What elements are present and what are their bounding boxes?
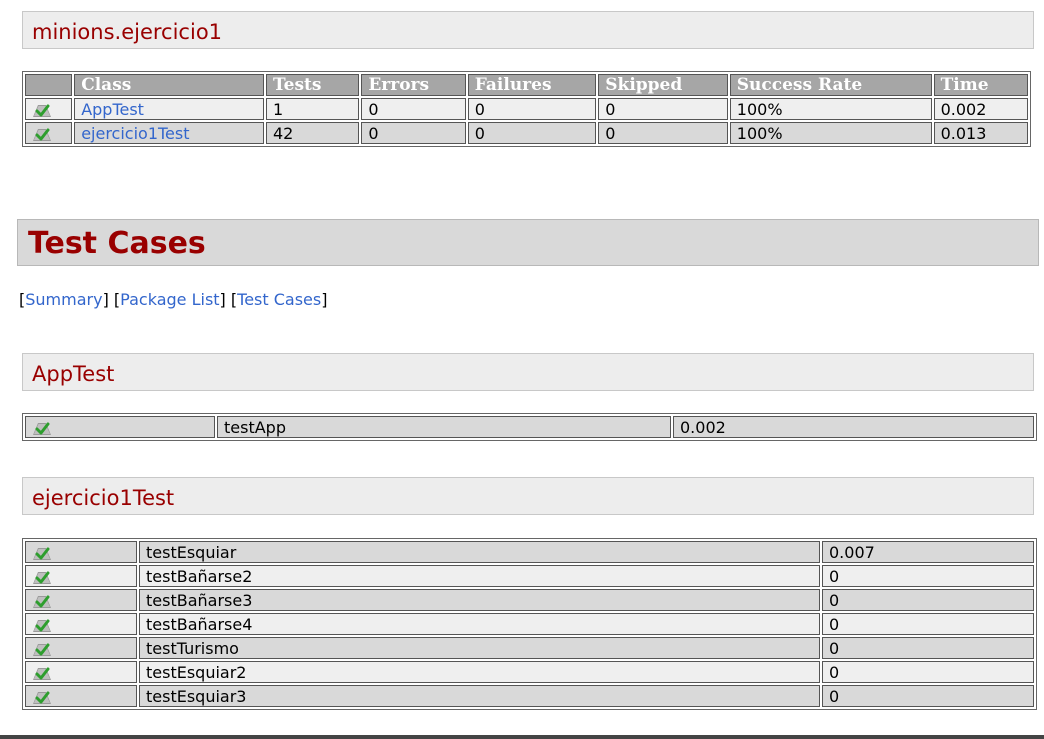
test-time-cell: 0 [822,613,1034,635]
ejercicio1test-header: ejercicio1Test [22,477,1034,515]
test-name-cell: testEsquiar3 [139,685,820,707]
errors-cell: 0 [361,122,466,144]
status-cell [25,98,73,120]
table-row: testBañarse3 0 [25,589,1034,611]
skipped-cell: 0 [598,98,728,120]
bottom-divider [0,735,1044,739]
test-time-cell: 0.007 [822,541,1034,563]
table-row: testEsquiar2 0 [25,661,1034,683]
package-header: minions.ejercicio1 [22,11,1034,49]
test-time-cell: 0 [822,589,1034,611]
failures-cell: 0 [467,98,597,120]
ejercicio1test-table: testEsquiar 0.007 testBañarse2 0 testBañ… [22,538,1037,710]
test-time-cell: 0 [822,685,1034,707]
status-cell [25,589,137,611]
test-name-cell: testApp [217,416,671,438]
pass-icon [32,420,52,436]
errors-cell: 0 [361,98,466,120]
test-time-cell: 0 [822,661,1034,683]
column-header-errors: Errors [361,74,466,96]
table-row: ejercicio1Test 42 0 0 0 100% 0.013 [25,122,1028,144]
status-cell [25,613,137,635]
table-row: testApp 0.002 [25,416,1034,438]
bracket: ] [321,290,328,309]
pass-icon [32,569,52,585]
test-name-cell: testEsquiar [139,541,820,563]
ejercicio1test-title: ejercicio1Test [32,486,175,510]
test-time-cell: 0.002 [673,416,1034,438]
apptest-table: testApp 0.002 [22,413,1037,441]
summary-table: Class Tests Errors Failures Skipped Succ… [22,71,1031,147]
column-header-class: Class [74,74,264,96]
table-row: AppTest 1 0 0 0 100% 0.002 [25,98,1028,120]
test-name-cell: testBañarse3 [139,589,820,611]
column-header-success-rate: Success Rate [729,74,932,96]
column-header-failures: Failures [467,74,597,96]
test-cases-link[interactable]: Test Cases [237,290,321,309]
package-title: minions.ejercicio1 [32,20,223,44]
column-header-tests: Tests [265,74,360,96]
pass-icon [32,102,52,118]
pass-icon [32,593,52,609]
column-header-time: Time [933,74,1028,96]
status-cell [25,661,137,683]
class-link-apptest[interactable]: AppTest [81,100,144,119]
table-row: testBañarse2 0 [25,565,1034,587]
status-column-header [25,74,73,96]
summary-header-row: Class Tests Errors Failures Skipped Succ… [25,74,1028,96]
section-nav: [Summary] [Package List] [Test Cases] [19,290,327,309]
failures-cell: 0 [467,122,597,144]
table-row: testBañarse4 0 [25,613,1034,635]
pass-icon [32,545,52,561]
summary-link[interactable]: Summary [25,290,102,309]
test-cases-title: Test Cases [28,226,206,261]
test-cases-heading: Test Cases [17,219,1039,266]
status-cell [25,416,215,438]
bracket: ] [102,290,109,309]
class-link-ejercicio1test[interactable]: ejercicio1Test [81,124,189,143]
pass-icon [32,689,52,705]
test-name-cell: testEsquiar2 [139,661,820,683]
status-cell [25,541,137,563]
tests-cell: 42 [265,122,360,144]
test-name-cell: testBañarse2 [139,565,820,587]
class-cell: ejercicio1Test [74,122,264,144]
test-name-cell: testBañarse4 [139,613,820,635]
skipped-cell: 0 [598,122,728,144]
test-name-cell: testTurismo [139,637,820,659]
class-cell: AppTest [74,98,264,120]
table-row: testEsquiar3 0 [25,685,1034,707]
status-cell [25,637,137,659]
test-time-cell: 0 [822,565,1034,587]
pass-icon [32,641,52,657]
success-rate-cell: 100% [729,98,932,120]
apptest-header: AppTest [22,353,1034,391]
package-list-link[interactable]: Package List [120,290,219,309]
apptest-title: AppTest [32,362,115,386]
status-cell [25,122,73,144]
tests-cell: 1 [265,98,360,120]
column-header-skipped: Skipped [598,74,728,96]
status-cell [25,685,137,707]
pass-icon [32,665,52,681]
success-rate-cell: 100% [729,122,932,144]
test-time-cell: 0 [822,637,1034,659]
pass-icon [32,617,52,633]
status-cell [25,565,137,587]
table-row: testTurismo 0 [25,637,1034,659]
table-row: testEsquiar 0.007 [25,541,1034,563]
time-cell: 0.013 [933,122,1028,144]
pass-icon [32,126,52,142]
time-cell: 0.002 [933,98,1028,120]
bracket: ] [219,290,226,309]
